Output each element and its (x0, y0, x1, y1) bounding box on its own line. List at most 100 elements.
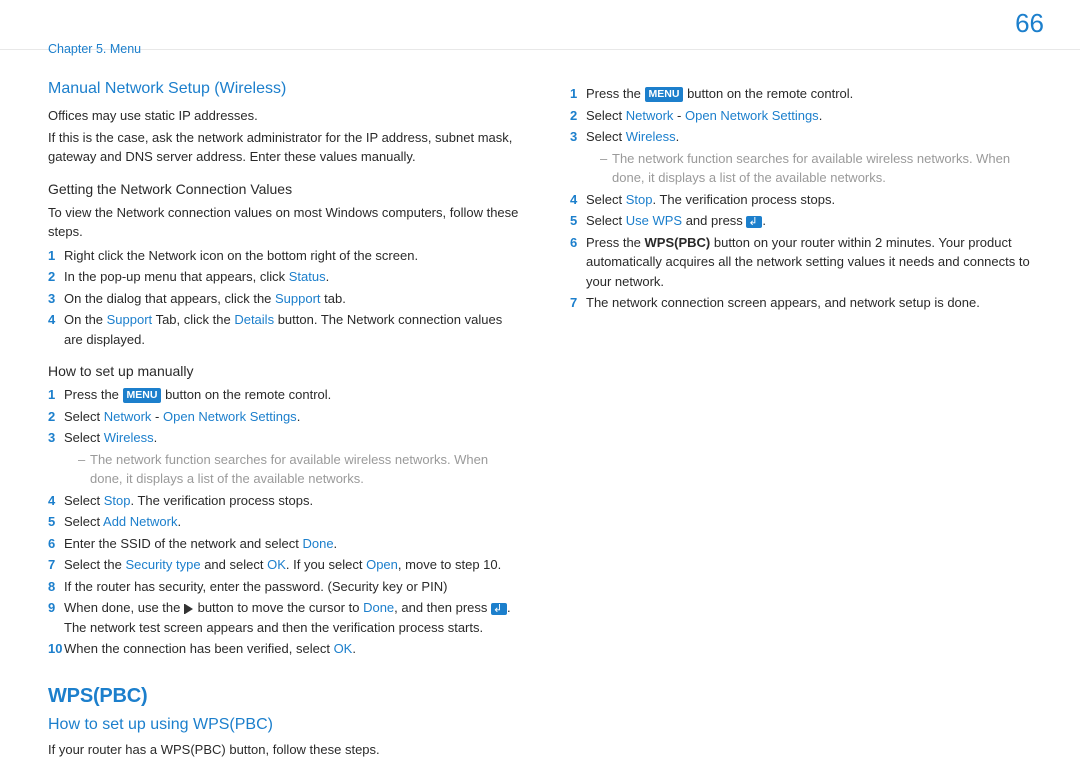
step-item: In the pop-up menu that appears, click S… (48, 267, 522, 287)
sub-note: The network function searches for availa… (78, 450, 522, 489)
step-item: On the dialog that appears, click the Su… (48, 289, 522, 309)
text-wps-intro: If your router has a WPS(PBC) button, fo… (48, 740, 522, 760)
highlight-wireless: Wireless (626, 129, 676, 144)
step-item: Select Add Network. (48, 512, 522, 532)
right-arrow-icon (185, 604, 193, 614)
step-item: Select the Security type and select OK. … (48, 555, 522, 575)
highlight-open-network-settings: Open Network Settings (163, 409, 297, 424)
highlight-network: Network (104, 409, 152, 424)
highlight-network: Network (626, 108, 674, 123)
step-item: Select Wireless. The network function se… (570, 127, 1044, 188)
text-if-case: If this is the case, ask the network adm… (48, 128, 522, 167)
highlight-ok: OK (334, 641, 353, 656)
step-text: Select (64, 514, 103, 529)
step-text: Select (586, 192, 626, 207)
step-item: Select Stop. The verification process st… (570, 190, 1044, 210)
step-item: Press the WPS(PBC) button on your router… (570, 233, 1044, 292)
step-text: , move to step 10. (398, 557, 501, 572)
step-text: Press the (586, 86, 645, 101)
step-text: Enter the SSID of the network and select (64, 536, 302, 551)
heading-getting-values: Getting the Network Connection Values (48, 181, 522, 197)
step-text: . (297, 409, 301, 424)
highlight-done: Done (302, 536, 333, 551)
column-left: Manual Network Setup (Wireless) Offices … (48, 80, 522, 761)
step-text: Select (586, 108, 626, 123)
step-text: button to move the cursor to (194, 600, 363, 615)
step-text: Press the (586, 235, 645, 250)
step-text: . (334, 536, 338, 551)
enter-icon (746, 216, 762, 228)
heading-manual-network-setup: Manual Network Setup (Wireless) (48, 80, 522, 98)
step-text: On the dialog that appears, click the (64, 291, 275, 306)
text-to-view: To view the Network connection values on… (48, 203, 522, 242)
heading-how-to-manual: How to set up manually (48, 363, 522, 379)
step-text: When the connection has been verified, s… (64, 641, 334, 656)
column-right: Press the MENU button on the remote cont… (570, 80, 1044, 761)
step-text: . (352, 641, 356, 656)
step-item: Select Stop. The verification process st… (48, 491, 522, 511)
step-item: On the Support Tab, click the Details bu… (48, 310, 522, 349)
highlight-add-network: Add Network (103, 514, 177, 529)
menu-badge-icon: MENU (645, 87, 684, 102)
page-number: 66 (1015, 8, 1044, 39)
step-text: Select (586, 213, 626, 228)
step-text: . (819, 108, 823, 123)
step-text: Select (64, 493, 104, 508)
menu-badge-icon: MENU (123, 388, 162, 403)
highlight-security-type: Security type (125, 557, 200, 572)
step-item: Select Network - Open Network Settings. (570, 106, 1044, 126)
step-text: . (762, 213, 766, 228)
highlight-done: Done (363, 600, 394, 615)
step-text: , and then press (394, 600, 491, 615)
step-text: and press (682, 213, 746, 228)
step-item: When the connection has been verified, s… (48, 639, 522, 659)
highlight-support: Support (275, 291, 321, 306)
step-text: and select (201, 557, 268, 572)
step-text: Select (586, 129, 626, 144)
highlight-open: Open (366, 557, 398, 572)
step-text: tab. (321, 291, 346, 306)
highlight-use-wps: Use WPS (626, 213, 682, 228)
highlight-ok: OK (267, 557, 286, 572)
step-text: . The verification process stops. (653, 192, 836, 207)
step-text: - (151, 409, 163, 424)
step-text: In the pop-up menu that appears, click (64, 269, 289, 284)
step-text: . (177, 514, 181, 529)
step-item: Press the MENU button on the remote cont… (570, 84, 1044, 104)
step-item: The network connection screen appears, a… (570, 293, 1044, 313)
step-text: button on the remote control. (683, 86, 853, 101)
step-text: Select (64, 409, 104, 424)
step-item: Select Use WPS and press . (570, 211, 1044, 231)
step-text: . The verification process stops. (131, 493, 314, 508)
highlight-stop: Stop (626, 192, 653, 207)
bold-wps-pbc: WPS(PBC) (645, 235, 711, 250)
content-area: Manual Network Setup (Wireless) Offices … (0, 50, 1080, 761)
list-getting-values: Right click the Network icon on the bott… (48, 246, 522, 350)
sub-note: The network function searches for availa… (600, 149, 1044, 188)
list-wps-steps: Press the MENU button on the remote cont… (570, 84, 1044, 313)
heading-wps-pbc: WPS(PBC) (48, 685, 522, 708)
page-header: Chapter 5. Menu 66 (0, 0, 1080, 50)
highlight-details: Details (234, 312, 274, 327)
highlight-status: Status (289, 269, 326, 284)
step-text: Tab, click the (152, 312, 234, 327)
step-item: Right click the Network icon on the bott… (48, 246, 522, 266)
step-item: Press the MENU button on the remote cont… (48, 385, 522, 405)
step-text: Select the (64, 557, 125, 572)
step-text: . (154, 430, 158, 445)
highlight-support: Support (107, 312, 153, 327)
list-manual-steps: Press the MENU button on the remote cont… (48, 385, 522, 659)
breadcrumb: Chapter 5. Menu (48, 42, 141, 56)
highlight-wireless: Wireless (104, 430, 154, 445)
step-text: button on the remote control. (161, 387, 331, 402)
step-item: Enter the SSID of the network and select… (48, 534, 522, 554)
step-item: Select Network - Open Network Settings. (48, 407, 522, 427)
step-text: When done, use the (64, 600, 184, 615)
step-text: . (676, 129, 680, 144)
step-text: Press the (64, 387, 123, 402)
step-text: On the (64, 312, 107, 327)
step-item: Select Wireless. The network function se… (48, 428, 522, 489)
step-text: . (326, 269, 330, 284)
highlight-open-network-settings: Open Network Settings (685, 108, 819, 123)
step-text: Select (64, 430, 104, 445)
